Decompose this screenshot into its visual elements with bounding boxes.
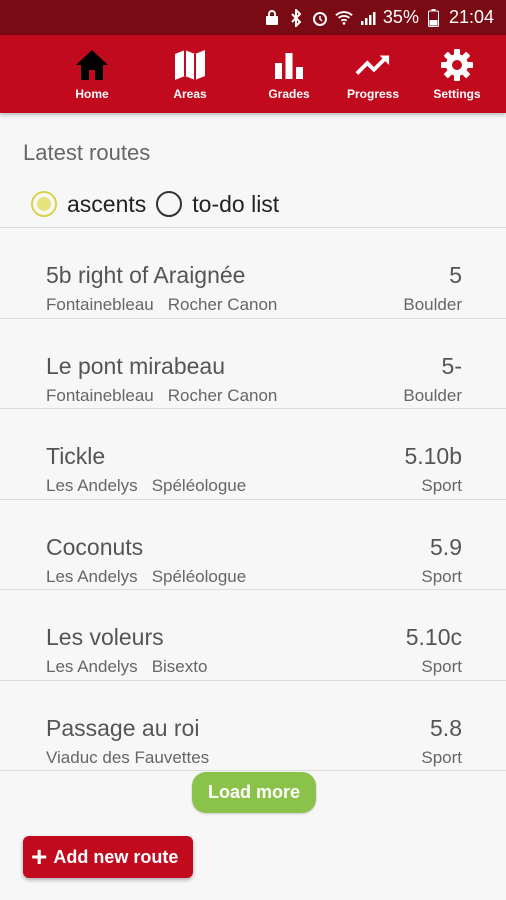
route-sector: Bisexto: [151, 657, 208, 676]
route-name: Le pont mirabeau: [46, 352, 226, 379]
top-navigation: Home Areas Grades Progress Settings: [0, 35, 506, 113]
route-location: Les Andelys Spéléologue: [46, 476, 246, 496]
gear-icon: [439, 47, 475, 83]
list-item[interactable]: Coconuts 5.9 Les Andelys Spéléologue Spo…: [0, 500, 506, 590]
nav-grades-label: Grades: [268, 87, 310, 101]
route-sector: Spéléologue: [151, 476, 247, 495]
nav-grades[interactable]: Grades: [246, 35, 332, 113]
route-location: Les Andelys Spéléologue: [46, 567, 246, 587]
radio-ascents-label[interactable]: ascents: [67, 191, 146, 218]
home-icon: [74, 47, 110, 83]
route-grade: 5.8: [430, 714, 462, 741]
battery-icon: [425, 8, 443, 27]
nav-home-label: Home: [75, 87, 109, 101]
route-name: Passage au roi: [46, 714, 200, 741]
route-filter: ascents to-do list: [31, 186, 289, 222]
route-name: Tickle: [46, 443, 106, 469]
radio-todo[interactable]: [156, 191, 183, 217]
lock-icon: [263, 9, 281, 27]
add-route-button[interactable]: + Add new route: [23, 836, 193, 878]
list-item[interactable]: Le pont mirabeau 5- Fontainebleau Rocher…: [0, 319, 506, 409]
nav-settings-label: Settings: [433, 87, 481, 101]
route-grade: 5.10c: [405, 624, 462, 650]
plus-icon: +: [31, 841, 48, 872]
route-area: Les Andelys: [46, 657, 138, 676]
signal-icon: [359, 9, 377, 27]
route-area: Les Andelys: [46, 476, 138, 495]
route-location: Viaduc des Fauvettes: [46, 748, 223, 768]
nav-areas-label: Areas: [173, 87, 207, 101]
route-type: Boulder: [403, 385, 462, 405]
route-grade: 5.10b: [404, 443, 462, 469]
route-type: Sport: [421, 747, 462, 767]
route-sector: Rocher Canon: [167, 295, 278, 314]
battery-percent: 35%: [382, 7, 419, 27]
status-bar: 35% 21:04: [0, 0, 506, 35]
route-type: Sport: [421, 476, 462, 495]
list-item[interactable]: Tickle 5.10b Les Andelys Spéléologue Spo…: [0, 409, 506, 500]
bar-chart-icon: [271, 47, 307, 83]
nav-home[interactable]: Home: [49, 35, 135, 113]
route-sector: Rocher Canon: [167, 385, 278, 405]
route-grade: 5-: [441, 352, 462, 379]
map-icon: [172, 47, 208, 83]
route-type: Sport: [421, 657, 462, 676]
route-area: Les Andelys: [46, 566, 138, 586]
route-grade: 5.9: [430, 533, 462, 560]
radio-ascents[interactable]: [31, 191, 57, 217]
route-type: Boulder: [403, 295, 462, 314]
list-item[interactable]: 5b right of Araignée 5 Fontainebleau Roc…: [0, 228, 506, 319]
trending-up-icon: [355, 47, 391, 83]
route-location: Fontainebleau Rocher Canon: [46, 386, 277, 406]
route-grade: 5: [449, 262, 462, 288]
nav-settings[interactable]: Settings: [414, 35, 500, 113]
list-item[interactable]: Passage au roi 5.8 Viaduc des Fauvettes …: [0, 681, 506, 771]
nav-areas[interactable]: Areas: [147, 35, 233, 113]
nav-progress[interactable]: Progress: [330, 35, 416, 113]
wifi-icon: [335, 9, 353, 27]
route-location: Fontainebleau Rocher Canon: [46, 295, 277, 315]
load-more-button[interactable]: Load more: [192, 772, 316, 813]
add-route-label: Add new route: [53, 846, 179, 867]
nav-progress-label: Progress: [346, 87, 400, 101]
route-area: Fontainebleau: [46, 295, 154, 314]
route-location: Les Andelys Bisexto: [46, 657, 207, 677]
route-sector: Spéléologue: [151, 566, 247, 586]
route-list: 5b right of Araignée 5 Fontainebleau Roc…: [0, 228, 506, 771]
route-area: Viaduc des Fauvettes: [46, 747, 210, 767]
route-name: Les voleurs: [46, 624, 164, 650]
route-type: Sport: [421, 566, 462, 586]
route-area: Fontainebleau: [46, 385, 154, 405]
route-name: 5b right of Araignée: [46, 262, 246, 288]
route-name: Coconuts: [46, 533, 144, 560]
page-title: Latest routes: [23, 140, 151, 165]
bluetooth-icon: [287, 8, 305, 27]
alarm-icon: [311, 9, 329, 27]
list-item[interactable]: Les voleurs 5.10c Les Andelys Bisexto Sp…: [0, 590, 506, 681]
clock-time: 21:04: [448, 7, 494, 27]
radio-todo-label[interactable]: to-do list: [192, 191, 279, 218]
